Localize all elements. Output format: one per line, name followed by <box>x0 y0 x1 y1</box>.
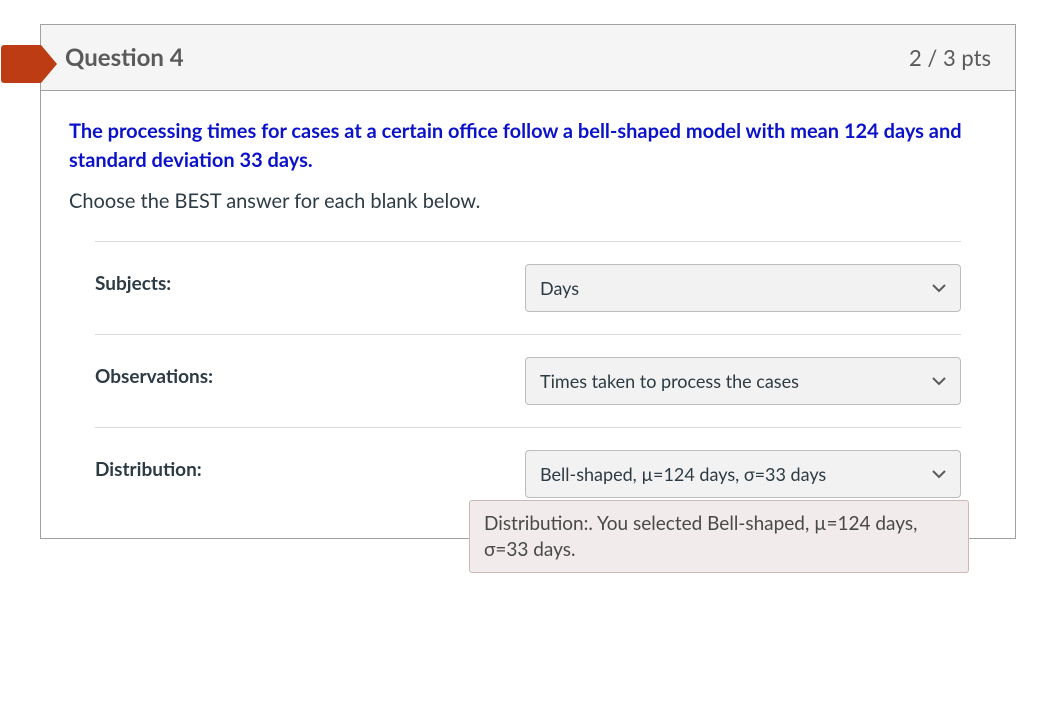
chevron-down-icon <box>932 374 946 388</box>
question-title: Question 4 <box>65 43 184 72</box>
observations-label: Observations: <box>95 357 525 388</box>
question-instruction: Choose the BEST answer for each blank be… <box>69 189 987 213</box>
question-points: 2 / 3 pts <box>909 44 991 71</box>
observations-select-value: Times taken to process the cases <box>540 370 932 392</box>
answer-row-subjects: Subjects: Days <box>95 241 961 334</box>
subjects-select-value: Days <box>540 277 932 299</box>
chevron-down-icon <box>932 281 946 295</box>
selection-tooltip: Distribution:. You selected Bell-shaped,… <box>469 500 969 573</box>
question-prompt: The processing times for cases at a cert… <box>69 117 987 175</box>
answer-row-distribution: Distribution: Bell-shaped, µ=124 days, σ… <box>95 427 961 508</box>
distribution-select[interactable]: Bell-shaped, µ=124 days, σ=33 days <box>525 450 961 498</box>
answer-row-observations: Observations: Times taken to process the… <box>95 334 961 427</box>
chevron-down-icon <box>932 467 946 481</box>
question-header: Question 4 2 / 3 pts <box>41 25 1015 91</box>
question-body: The processing times for cases at a cert… <box>41 91 1015 538</box>
grade-marker <box>1 45 41 83</box>
distribution-select-value: Bell-shaped, µ=124 days, σ=33 days <box>540 463 932 485</box>
distribution-label: Distribution: <box>95 450 525 481</box>
question-card: Question 4 2 / 3 pts The processing time… <box>40 24 1016 539</box>
observations-select[interactable]: Times taken to process the cases <box>525 357 961 405</box>
subjects-label: Subjects: <box>95 264 525 295</box>
subjects-select[interactable]: Days <box>525 264 961 312</box>
